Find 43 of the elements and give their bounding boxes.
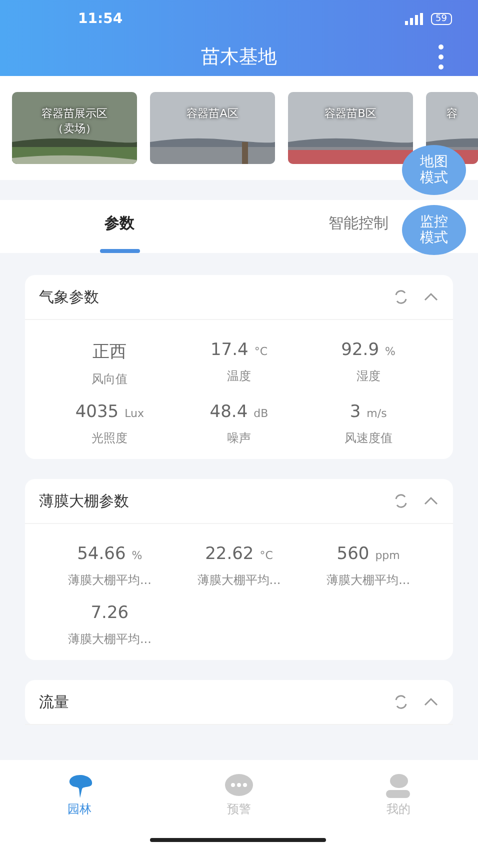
more-icon[interactable]	[438, 44, 444, 70]
reading-value: 正西	[92, 341, 127, 363]
nav-item[interactable]: 园林	[0, 772, 160, 819]
camera-label: 容	[446, 106, 458, 122]
reading-label: 风速度值	[344, 430, 392, 447]
reading-value: 54.66 %	[77, 544, 142, 564]
reading-value: 560 ppm	[336, 544, 400, 564]
reading-label: 薄膜大棚平均...	[326, 572, 410, 589]
reading-label: 薄膜大棚平均...	[197, 572, 281, 589]
reading-value: 48.4 dB	[210, 402, 268, 422]
reading-label: 噪声	[226, 430, 251, 447]
reading-value: 3 m/s	[350, 402, 387, 422]
camera-label: 容器苗B区	[324, 106, 376, 122]
chat-icon	[224, 773, 254, 799]
signal-icon	[402, 13, 425, 25]
battery-level: 59	[430, 13, 452, 25]
reading-label: 温度	[226, 368, 251, 385]
reading-label: 光照度	[92, 430, 128, 447]
reading-value: 92.9 %	[341, 340, 396, 360]
status-time: 11:54	[78, 11, 123, 27]
reading-value: 4035 Lux	[75, 402, 144, 422]
reading-value: 7.26	[90, 603, 129, 623]
reading-label: 薄膜大棚平均...	[68, 631, 152, 648]
refresh-icon[interactable]	[393, 493, 409, 509]
caret-icon[interactable]	[423, 697, 439, 707]
reading-label: 薄膜大棚平均...	[68, 572, 152, 589]
reading-value: 17.4 °C	[210, 340, 268, 360]
tab[interactable]: 参数	[0, 200, 239, 253]
panel-title: 薄膜大棚参数	[39, 492, 130, 510]
refresh-icon[interactable]	[393, 289, 409, 305]
reading-label: 风向值	[92, 371, 128, 388]
panel-title: 流量	[39, 692, 70, 712]
panel-title: 气象参数	[39, 288, 100, 306]
refresh-icon[interactable]	[393, 694, 409, 710]
reading-value: 22.62 °C	[205, 544, 273, 564]
nav-item[interactable]: 预警	[159, 772, 319, 819]
camera-label: 容器苗A区	[186, 106, 238, 122]
nav-item[interactable]: 我的	[318, 772, 478, 819]
caret-icon[interactable]	[423, 292, 439, 302]
camera-label: 容器苗展示区（卖场）	[40, 106, 108, 137]
caret-icon[interactable]	[423, 496, 439, 506]
reading-label: 湿度	[356, 368, 380, 385]
page-title: 苗木基地	[201, 45, 277, 70]
